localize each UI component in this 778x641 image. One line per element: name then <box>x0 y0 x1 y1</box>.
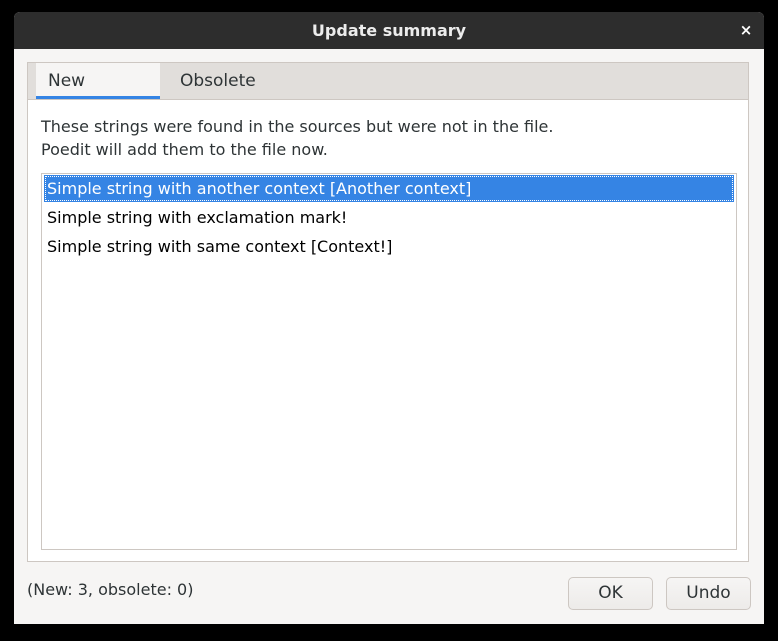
tab-bar: New strings Obsolete strings <box>28 63 748 127</box>
description-line-1: These strings were found in the sources … <box>41 117 554 136</box>
dialog-title: Update summary <box>311 21 467 40</box>
list-item[interactable]: Simple string with another context [Anot… <box>44 175 734 202</box>
list-item[interactable]: Simple string with exclamation mark! <box>44 204 734 231</box>
titlebar: Update summary × <box>14 12 764 49</box>
tab-obsolete-strings[interactable]: Obsolete strings <box>168 63 328 127</box>
undo-button[interactable]: Undo <box>666 577 751 610</box>
tab-content-new-strings: These strings were found in the sources … <box>28 100 748 561</box>
ok-button[interactable]: OK <box>568 577 653 610</box>
description: These strings were found in the sources … <box>41 115 553 161</box>
list-item[interactable]: Simple string with same context [Context… <box>44 233 734 260</box>
close-icon[interactable]: × <box>736 20 756 40</box>
notebook: New strings Obsolete strings These strin… <box>27 62 749 562</box>
new-strings-list[interactable]: Simple string with another context [Anot… <box>41 173 737 550</box>
update-summary-dialog: Update summary × New strings Obsolete st… <box>14 12 764 624</box>
status-summary: (New: 3, obsolete: 0) <box>27 580 194 599</box>
description-line-2: Poedit will add them to the file now. <box>41 140 328 159</box>
tab-new-strings[interactable]: New strings <box>36 63 160 127</box>
